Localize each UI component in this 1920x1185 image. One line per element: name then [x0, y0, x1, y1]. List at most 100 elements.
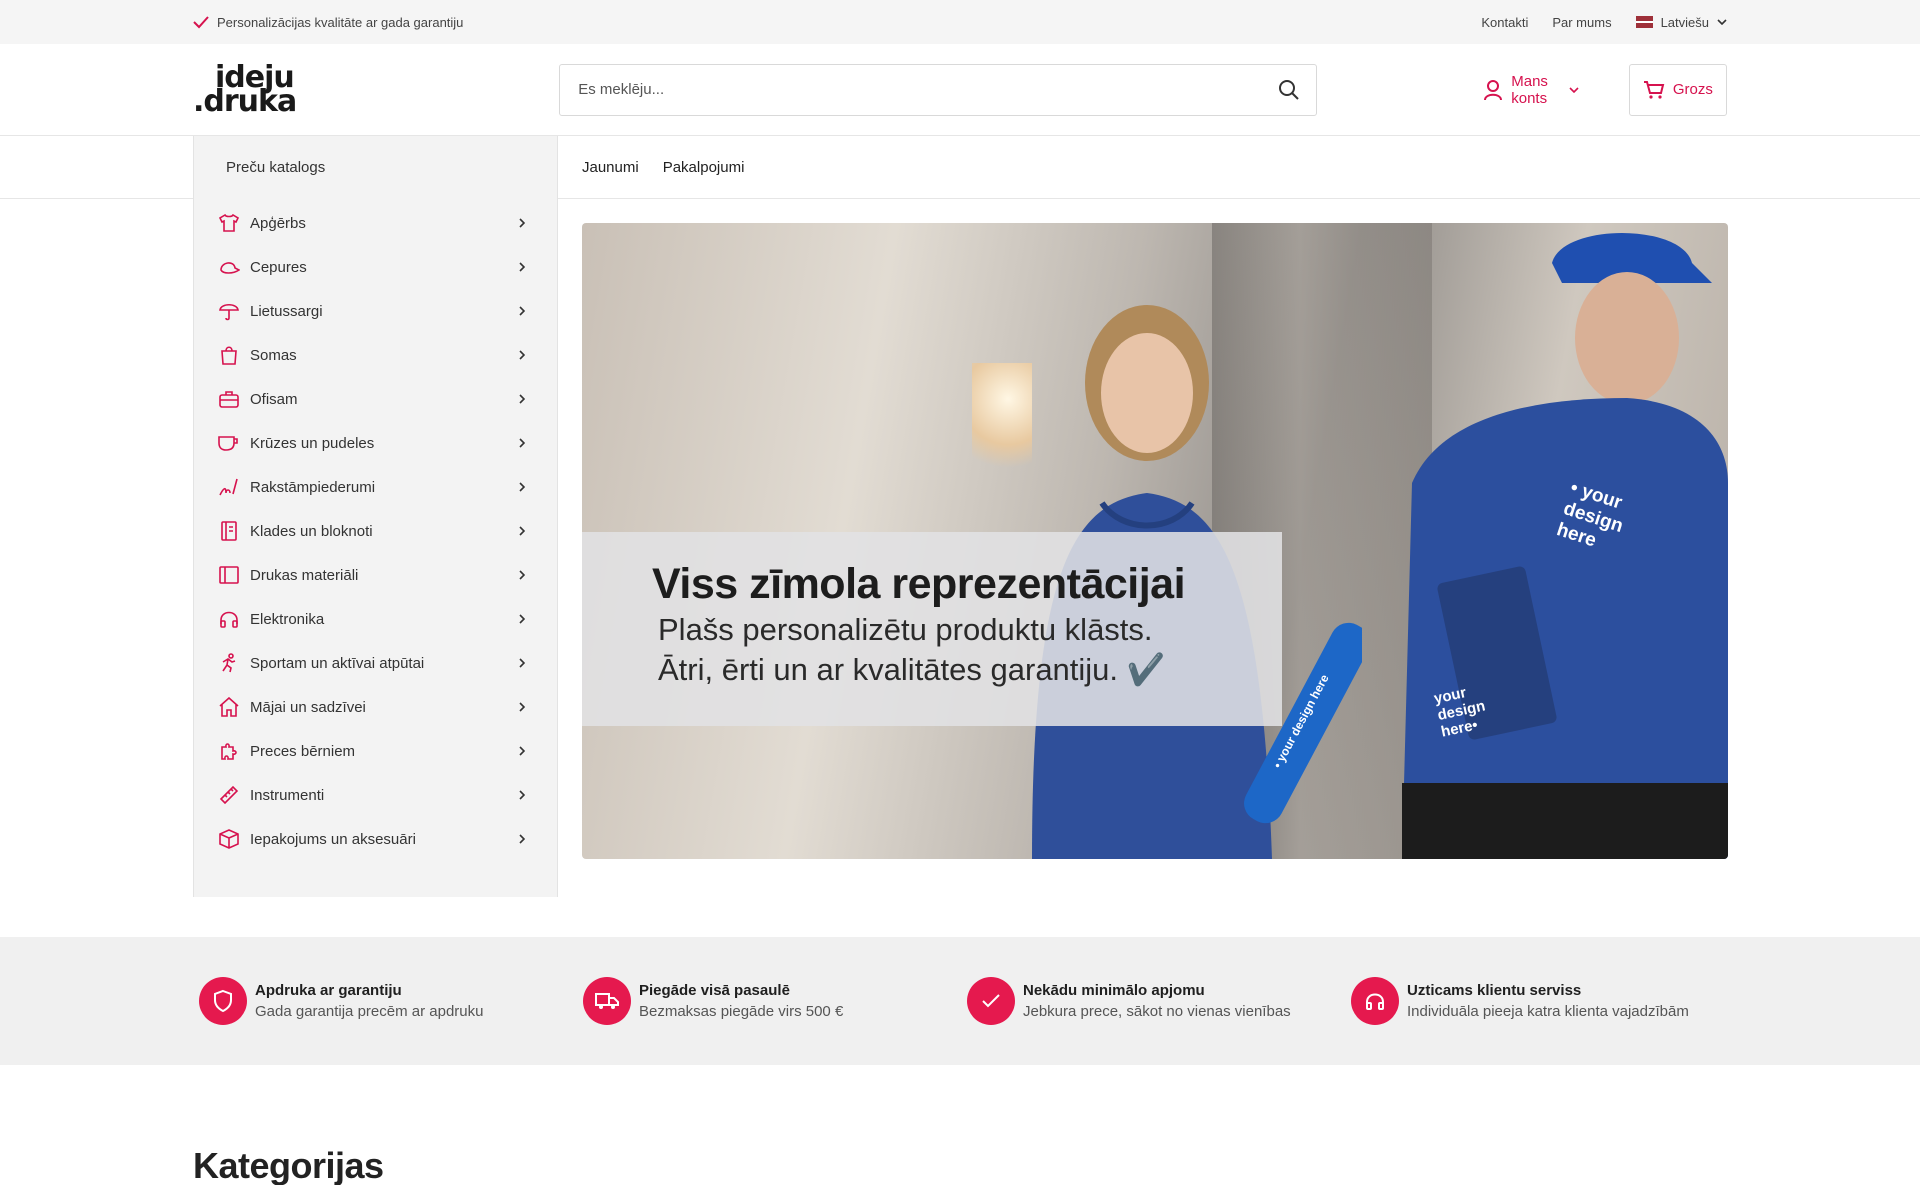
feature-title: Apdruka ar garantiju	[255, 982, 402, 999]
chevron-right-icon	[519, 526, 525, 536]
category-label: Cepures	[250, 258, 307, 276]
chevron-right-icon	[519, 746, 525, 756]
language-selector[interactable]: Latviešu	[1635, 14, 1727, 30]
category-item[interactable]: Apģērbs	[194, 201, 557, 245]
category-sidebar: Apģērbs Cepures Lietussargi Somas Ofisam…	[193, 199, 558, 897]
bag-icon	[218, 344, 240, 366]
account-label: Mans konts	[1511, 72, 1548, 107]
feature-title: Nekādu minimālo apjomu	[1023, 982, 1205, 999]
truck-icon	[583, 977, 631, 1025]
category-label: Iepakojums un aksesuāri	[250, 830, 416, 848]
category-item[interactable]: Lietussargi	[194, 289, 557, 333]
category-label: Sportam un aktīvai atpūtai	[250, 654, 425, 672]
cart-label: Grozs	[1672, 81, 1713, 98]
search-icon[interactable]	[1278, 79, 1300, 101]
hero-headline: Viss zīmola reprezentācijai	[652, 560, 1186, 608]
chevron-right-icon	[519, 350, 525, 360]
cart-button[interactable]: Grozs	[1628, 63, 1727, 116]
search-input[interactable]	[578, 81, 1279, 98]
check-icon	[967, 977, 1015, 1025]
category-item[interactable]: Rakstāmpiederumi	[194, 465, 557, 509]
category-item[interactable]: Mājai un sadzīvei	[194, 685, 557, 729]
category-item[interactable]: Ofisam	[194, 377, 557, 421]
chevron-down-icon	[1717, 19, 1727, 25]
chevron-right-icon	[519, 394, 525, 404]
ruler-icon	[218, 784, 240, 806]
shirt-icon	[218, 212, 240, 234]
feature-subtitle: Gada garantija precēm ar apdruku	[255, 1003, 484, 1020]
catalog-button[interactable]: Preču katalogs	[193, 136, 558, 199]
chevron-right-icon	[519, 614, 525, 624]
feature-item: Nekādu minimālo apjomu Jebkura prece, sāk…	[967, 977, 1351, 1025]
top-bar: Personalizācijas kvalitāte ar gada garan…	[0, 0, 1920, 44]
feature-subtitle: Jebkura prece, sākot no vienas vienības	[1023, 1003, 1291, 1020]
chevron-right-icon	[519, 702, 525, 712]
category-label: Klades un bloknoti	[250, 522, 373, 540]
cart-icon	[1643, 80, 1665, 100]
logo[interactable]: ideju .druka	[193, 60, 361, 120]
features-strip: Apdruka ar garantiju Gada garantija precē…	[0, 937, 1920, 1065]
chevron-right-icon	[519, 306, 525, 316]
guarantee-text: Personalizācijas kvalitāte ar gada garan…	[217, 14, 464, 30]
category-label: Drukas materiāli	[250, 566, 359, 584]
chevron-right-icon	[519, 834, 525, 844]
chevron-right-icon	[519, 658, 525, 668]
briefcase-icon	[218, 388, 240, 410]
box-icon	[218, 828, 240, 850]
print-icon	[218, 564, 240, 586]
mug-icon	[218, 432, 240, 454]
category-label: Ofisam	[250, 390, 298, 408]
language-label: Latviešu	[1660, 14, 1709, 30]
hero-banner[interactable]: Viss zīmola reprezentācijai Plašs person…	[582, 223, 1728, 859]
chevron-right-icon	[519, 262, 525, 272]
nav-link-services[interactable]: Pakalpojumi	[663, 159, 745, 176]
contacts-link[interactable]: Kontakti	[1481, 15, 1528, 30]
nav-row: Preču katalogs Jaunumi Pakalpojumi	[0, 136, 1920, 199]
cap-icon	[218, 256, 240, 278]
feature-item: Apdruka ar garantiju Gada garantija precē…	[199, 977, 583, 1025]
account-menu[interactable]: Mans konts	[1483, 72, 1579, 107]
category-item[interactable]: Sportam un aktīvai atpūtai	[194, 641, 557, 685]
user-icon	[1483, 79, 1503, 101]
pen-icon	[218, 476, 240, 498]
notebook-icon	[218, 520, 240, 542]
chevron-right-icon	[519, 570, 525, 580]
chevron-right-icon	[519, 790, 525, 800]
nav-link-new[interactable]: Jaunumi	[582, 159, 639, 176]
header: ideju .druka Mans konts Grozs	[0, 44, 1920, 136]
feature-subtitle: Individuāla pieeja katra klienta vajadzī…	[1407, 1003, 1689, 1020]
feature-subtitle: Bezmaksas piegāde virs 500 €	[639, 1003, 844, 1020]
puzzle-icon	[218, 740, 240, 762]
category-item[interactable]: Drukas materiāli	[194, 553, 557, 597]
chevron-down-icon	[1569, 86, 1579, 93]
chevron-right-icon	[519, 218, 525, 228]
check-icon	[193, 15, 209, 29]
category-item[interactable]: Cepures	[194, 245, 557, 289]
about-link[interactable]: Par mums	[1552, 15, 1611, 30]
hero-text-overlay: Viss zīmola reprezentācijai Plašs person…	[582, 532, 1282, 726]
hero-line2: Ātri, ērti un ar kvalitātes garantiju. ✔…	[658, 652, 1166, 687]
home-icon	[218, 696, 240, 718]
category-item[interactable]: Klades un bloknoti	[194, 509, 557, 553]
chevron-right-icon	[519, 482, 525, 492]
feature-title: Piegāde visā pasaulē	[639, 982, 790, 999]
headset-icon	[1351, 977, 1399, 1025]
feature-item: Uzticams klientu serviss Individuāla piee…	[1351, 977, 1735, 1025]
hero-line1: Plašs personalizētu produktu klāsts.	[658, 612, 1153, 647]
category-label: Instrumenti	[250, 786, 325, 804]
category-item[interactable]: Somas	[194, 333, 557, 377]
category-item[interactable]: Elektronika	[194, 597, 557, 641]
categories-heading: Kategorijas	[193, 1145, 384, 1185]
category-label: Mājai un sadzīvei	[250, 698, 366, 716]
category-item[interactable]: Krūzes un pudeles	[194, 421, 557, 465]
category-item[interactable]: Instrumenti	[194, 773, 557, 817]
guarantee-note: Personalizācijas kvalitāte ar gada garan…	[193, 15, 463, 30]
category-label: Apģērbs	[250, 214, 306, 232]
umbrella-icon	[218, 300, 240, 322]
headphones-icon	[218, 608, 240, 630]
feature-item: Piegāde visā pasaulē Bezmaksas piegāde vi…	[583, 977, 967, 1025]
category-label: Elektronika	[250, 610, 325, 628]
category-item[interactable]: Preces bērniem	[194, 729, 557, 773]
category-item[interactable]: Iepakojums un aksesuāri	[194, 817, 557, 861]
shield-icon	[199, 977, 247, 1025]
